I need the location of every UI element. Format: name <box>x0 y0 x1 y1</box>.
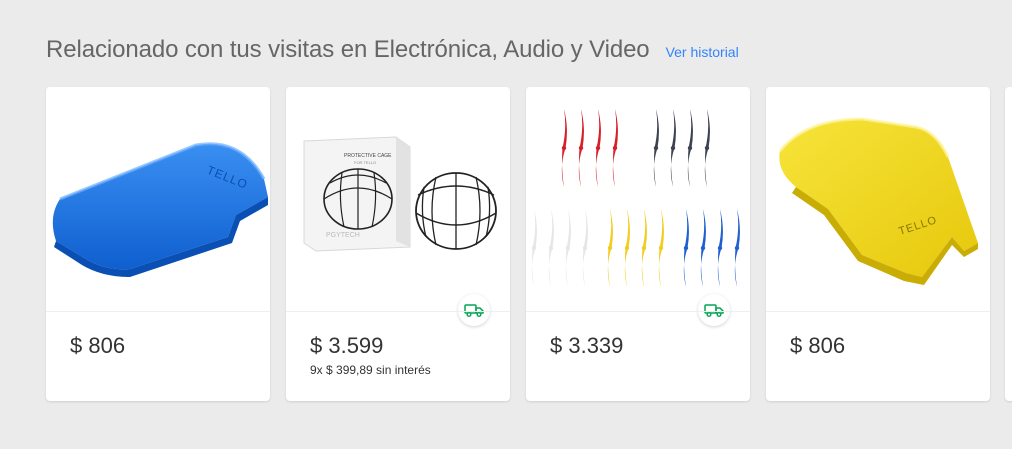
section-header: Relacionado con tus visitas en Electróni… <box>46 36 739 64</box>
propeller-blade <box>641 209 647 287</box>
free-shipping-badge <box>698 294 730 326</box>
propellers-set-image <box>531 109 740 287</box>
card-divider <box>766 311 990 312</box>
propeller-blade <box>582 209 588 287</box>
propeller-blade <box>670 109 676 187</box>
propeller-blade <box>704 109 710 187</box>
free-shipping-badge <box>458 294 490 326</box>
propeller-blade <box>653 109 659 187</box>
propeller-blade <box>561 109 567 187</box>
related-products-section: Relacionado con tus visitas en Electróni… <box>0 0 1012 449</box>
product-card[interactable]: $ 3.339 <box>526 87 750 401</box>
next-product-card-peek[interactable] <box>1005 87 1012 401</box>
propeller-blade <box>687 109 693 187</box>
propeller-blade <box>607 209 613 287</box>
truck-icon <box>464 304 484 317</box>
card-divider <box>46 311 270 312</box>
product-installments: 9x $ 399,89 sin interés <box>310 363 431 377</box>
propeller-blade <box>700 209 706 287</box>
section-title: Relacionado con tus visitas en Electróni… <box>46 36 650 63</box>
product-price: $ 3.339 <box>550 333 624 358</box>
history-link[interactable]: Ver historial <box>666 44 739 60</box>
propeller-blade <box>624 209 630 287</box>
propeller-blade <box>734 209 740 287</box>
box-sublabel: FOR TELLO <box>354 160 376 165</box>
truck-icon <box>704 304 724 317</box>
product-card[interactable]: TELLO $ 806 <box>766 87 990 401</box>
propeller-blade <box>683 209 689 287</box>
box-brand: PGYTECH <box>326 232 360 239</box>
propeller-blade <box>717 209 723 287</box>
propeller-blade <box>595 109 601 187</box>
blue-drone-cover-image: TELLO <box>52 142 268 277</box>
product-card[interactable]: TELLO $ 806 <box>46 87 270 401</box>
card-divider <box>286 311 510 312</box>
card-divider <box>526 311 750 312</box>
product-price: $ 806 <box>70 333 126 358</box>
box-label: PROTECTIVE CAGE <box>344 153 392 159</box>
product-price: $ 3.599 <box>310 333 384 358</box>
product-card[interactable]: PROTECTIVE CAGE FOR TELLO PGYTECH $ 3.59… <box>286 87 510 401</box>
propeller-blade <box>531 209 537 287</box>
propeller-blade <box>548 209 554 287</box>
propeller-blade <box>612 109 618 187</box>
yellow-drone-cover-image: TELLO <box>778 117 978 285</box>
propeller-blade <box>565 209 571 287</box>
product-price: $ 806 <box>790 333 846 358</box>
propeller-blade <box>578 109 584 187</box>
propeller-blade <box>658 209 664 287</box>
protective-cage-image: PROTECTIVE CAGE FOR TELLO PGYTECH <box>303 136 497 252</box>
